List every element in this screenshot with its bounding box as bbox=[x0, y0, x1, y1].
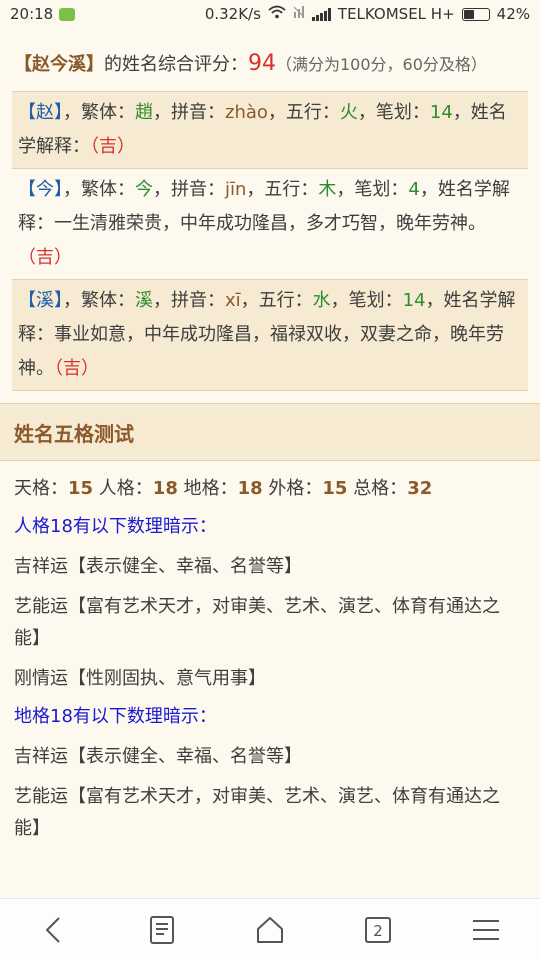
score-label: 的姓名综合评分： bbox=[104, 54, 248, 75]
char-strokes: 14 bbox=[402, 290, 426, 311]
numerology-list: 人格18有以下数理暗示： 吉祥运【表示健全、幸福、名誉等】 艺能运【富有艺术天才… bbox=[0, 511, 540, 845]
home-icon bbox=[257, 916, 283, 943]
dige-hint: 地格18有以下数理暗示： bbox=[14, 706, 217, 727]
no-sim-signal-icon bbox=[293, 5, 305, 23]
score-value: 94 bbox=[248, 51, 276, 76]
char-pinyin: xī bbox=[225, 290, 241, 311]
char-luck: 吉 bbox=[63, 358, 81, 379]
status-bar: 20:18 0.32K/s TELKOMSEL H+ 42% bbox=[0, 0, 540, 28]
wifi-icon bbox=[268, 5, 286, 23]
char-name: 【赵】 bbox=[18, 102, 63, 123]
tian-ge-value: 15 bbox=[68, 478, 94, 499]
char-pinyin: zhào bbox=[225, 102, 268, 123]
char-name: 【今】 bbox=[18, 179, 63, 200]
list-item: 吉祥运【表示健全、幸福、名誉等】 bbox=[14, 746, 302, 767]
overall-score: 【赵今溪】的姓名综合评分：94（满分为100分，60分及格） bbox=[0, 40, 540, 81]
score-note: （满分为100分，60分及格） bbox=[276, 55, 487, 74]
browser-bottom-nav: 2 bbox=[0, 898, 540, 960]
char-explanation: 一生清雅荣贵，中年成功隆昌，多才巧智，晚年劳神。 bbox=[54, 213, 486, 234]
carrier-name: TELKOMSEL H+ bbox=[337, 5, 455, 23]
tab-count: 2 bbox=[373, 922, 383, 940]
char-traditional: 溪 bbox=[135, 290, 153, 311]
char-wuxing: 木 bbox=[318, 179, 337, 200]
char-pinyin: jīn bbox=[225, 179, 247, 200]
list-item: 刚情运【性刚固执、意气用事】 bbox=[14, 668, 266, 689]
character-analysis-3: 【溪】，繁体：溪，拼音：xī，五行：水，笔划：14，姓名学解释：事业如意，中年成… bbox=[12, 279, 528, 391]
char-traditional: 今 bbox=[135, 179, 153, 200]
network-speed: 0.32K/s bbox=[204, 5, 261, 23]
char-strokes: 4 bbox=[408, 179, 420, 200]
reader-mode-button[interactable] bbox=[132, 905, 192, 955]
character-analysis-2: 【今】，繁体：今，拼音：jīn，五行：木，笔划：4，姓名学解释：一生清雅荣贵，中… bbox=[12, 169, 528, 279]
char-luck: 吉 bbox=[36, 247, 54, 268]
ren-ge-value: 18 bbox=[152, 478, 178, 499]
wai-ge-value: 15 bbox=[322, 478, 348, 499]
di-ge-value: 18 bbox=[237, 478, 263, 499]
list-item: 艺能运【富有艺术天才，对审美、艺术、演艺、体育有通达之能】 bbox=[14, 786, 500, 839]
zong-ge-value: 32 bbox=[407, 478, 433, 499]
document-icon bbox=[150, 915, 174, 944]
chevron-left-icon bbox=[45, 916, 60, 943]
battery-percent: 42% bbox=[496, 5, 530, 23]
char-name: 【溪】 bbox=[18, 290, 63, 311]
chat-notification-icon bbox=[59, 7, 76, 21]
page-content: 【赵今溪】的姓名综合评分：94（满分为100分，60分及格） 【赵】，繁体：趙，… bbox=[0, 40, 540, 845]
back-button[interactable] bbox=[24, 905, 84, 955]
char-wuxing: 火 bbox=[339, 102, 358, 123]
menu-icon bbox=[473, 919, 499, 940]
menu-button[interactable] bbox=[456, 905, 516, 955]
character-analysis-1: 【赵】，繁体：趙，拼音：zhào，五行：火，笔划：14，姓名学解释：（吉） bbox=[12, 91, 528, 169]
full-name: 【赵今溪】 bbox=[14, 54, 104, 75]
renge-hint: 人格18有以下数理暗示： bbox=[14, 516, 217, 537]
signal-icon bbox=[311, 7, 331, 21]
battery-icon bbox=[461, 7, 490, 21]
home-button[interactable] bbox=[240, 905, 300, 955]
char-strokes: 14 bbox=[429, 102, 453, 123]
char-luck: 吉 bbox=[99, 136, 117, 157]
status-time: 20:18 bbox=[10, 5, 54, 23]
section-title: 姓名五格测试 bbox=[0, 403, 540, 461]
list-item: 艺能运【富有艺术天才，对审美、艺术、演艺、体育有通达之能】 bbox=[14, 596, 500, 649]
wuge-values: 天格：15 人格：18 地格：18 外格：15 总格：32 bbox=[14, 478, 433, 499]
char-wuxing: 水 bbox=[312, 290, 331, 311]
tabs-button[interactable]: 2 bbox=[348, 905, 408, 955]
list-item: 吉祥运【表示健全、幸福、名誉等】 bbox=[14, 556, 302, 577]
char-traditional: 趙 bbox=[135, 102, 153, 123]
